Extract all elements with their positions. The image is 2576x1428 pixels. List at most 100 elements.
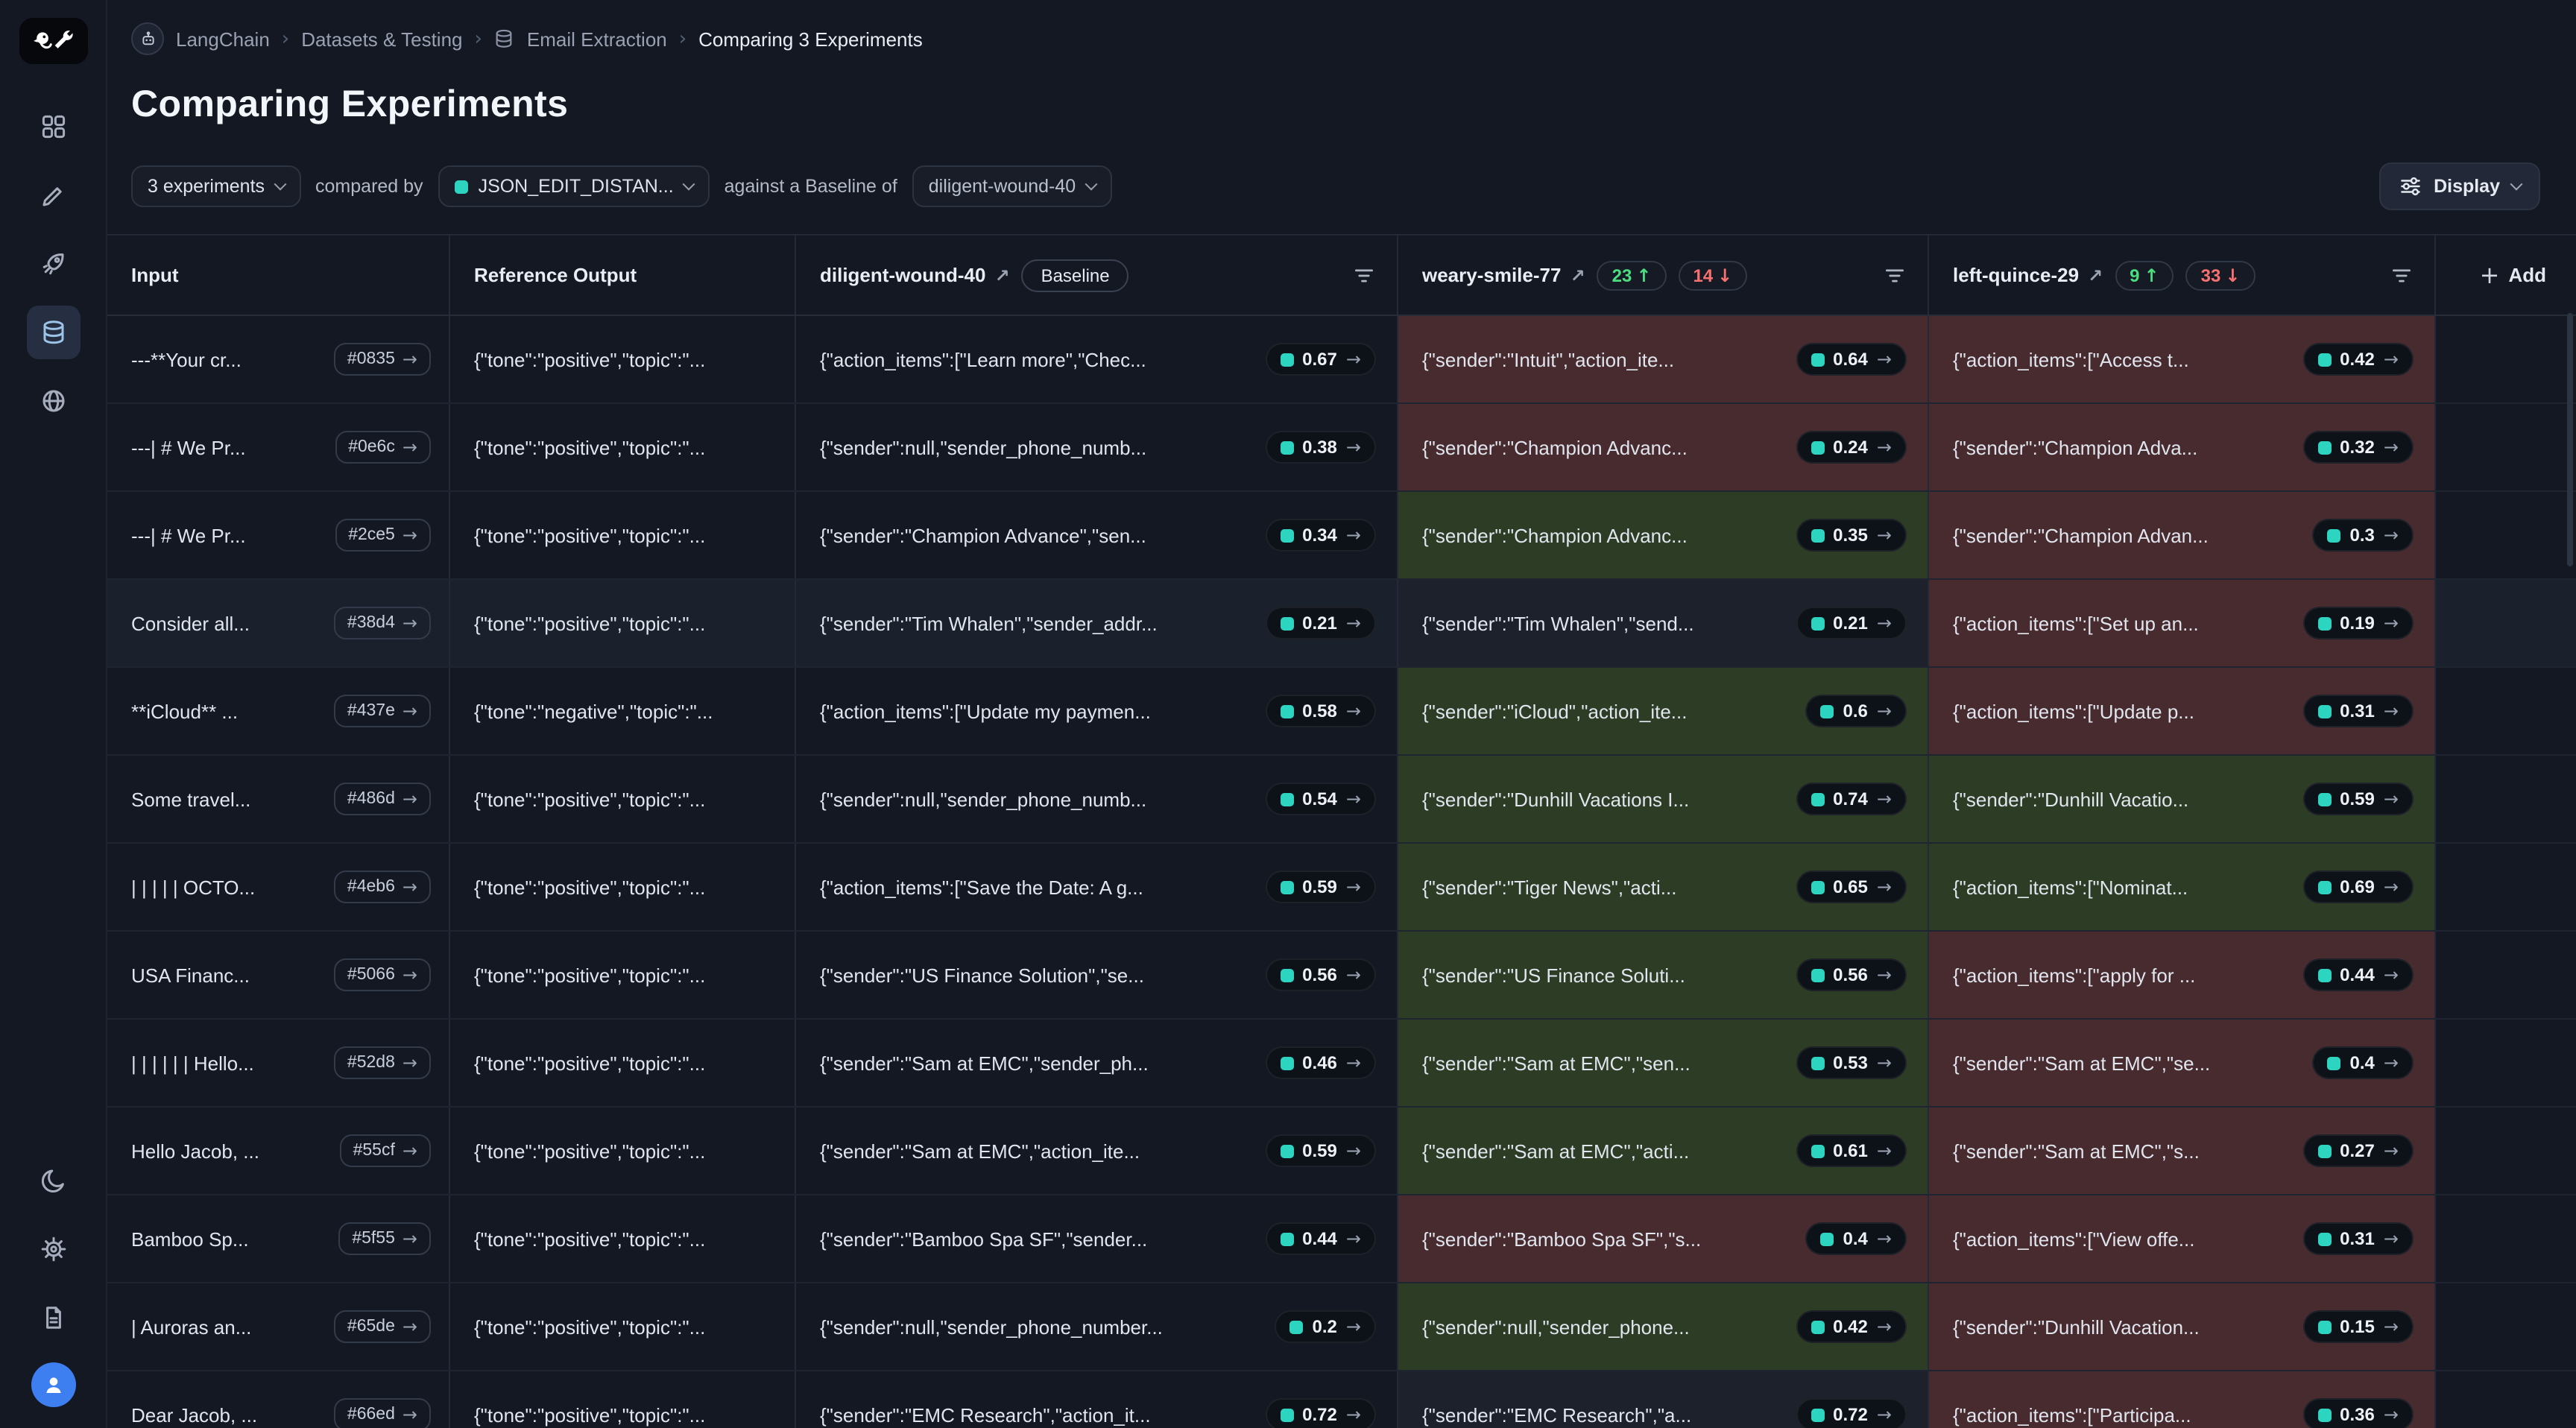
example-id-pill[interactable]: #0835 → — [334, 343, 431, 376]
experiment-output-cell[interactable]: {"sender":"Champion Advanc... 0.35 → — [1398, 492, 1929, 578]
external-link-icon[interactable]: ↗ — [1570, 265, 1585, 285]
regressed-count-badge[interactable]: 33↓ — [2186, 260, 2255, 290]
reference-output-cell[interactable]: {"tone":"positive","topic":"... — [450, 1195, 796, 1282]
score-pill[interactable]: 0.31 → — [2302, 695, 2414, 727]
score-pill[interactable]: 0.44 → — [1265, 1222, 1376, 1255]
baseline-output-cell[interactable]: {"sender":"Sam at EMC","sender_ph... 0.4… — [796, 1020, 1398, 1106]
example-id-pill[interactable]: #5f55 → — [338, 1222, 431, 1255]
experiment-output-cell[interactable]: {"sender":"Dunhill Vacatio... 0.59 → — [1929, 756, 2436, 842]
score-pill[interactable]: 0.4 → — [1806, 1222, 1907, 1255]
reference-output-cell[interactable]: {"tone":"negative","topic":"... — [450, 668, 796, 754]
score-pill[interactable]: 0.56 → — [1265, 958, 1376, 991]
example-id-pill[interactable]: #4eb6 → — [334, 871, 431, 903]
score-pill[interactable]: 0.59 → — [2302, 783, 2414, 815]
score-pill[interactable]: 0.53 → — [1796, 1046, 1907, 1079]
score-pill[interactable]: 0.61 → — [1796, 1134, 1907, 1167]
user-avatar[interactable] — [31, 1362, 75, 1407]
experiment-output-cell[interactable]: {"sender":"Dunhill Vacations I... 0.74 → — [1398, 756, 1929, 842]
example-id-pill[interactable]: #0e6c → — [335, 431, 431, 464]
experiment-output-cell[interactable]: {"sender":null,"sender_phone... 0.42 → — [1398, 1283, 1929, 1370]
score-pill[interactable]: 0.72 → — [1796, 1398, 1907, 1428]
experiment-output-cell[interactable]: {"sender":"Sam at EMC","s... 0.27 → — [1929, 1108, 2436, 1194]
vertical-scrollbar[interactable] — [2567, 313, 2573, 566]
score-pill[interactable]: 0.72 → — [1265, 1398, 1376, 1428]
experiment-output-cell[interactable]: {"sender":"Tim Whalen","send... 0.21 → — [1398, 580, 1929, 666]
reference-output-cell[interactable]: {"tone":"positive","topic":"... — [450, 316, 796, 402]
experiment-output-cell[interactable]: {"action_items":["Access t... 0.42 → — [1929, 316, 2436, 402]
reference-output-cell[interactable]: {"tone":"positive","topic":"... — [450, 1283, 796, 1370]
score-pill[interactable]: 0.36 → — [2302, 1398, 2414, 1428]
score-pill[interactable]: 0.42 → — [2302, 343, 2414, 376]
experiment-output-cell[interactable]: {"sender":"Champion Advan... 0.3 → — [1929, 492, 2436, 578]
score-pill[interactable]: 0.21 → — [1796, 607, 1907, 639]
score-pill[interactable]: 0.15 → — [2302, 1310, 2414, 1343]
experiment-output-cell[interactable]: {"action_items":["View offe... 0.31 → — [1929, 1195, 2436, 1282]
theme-toggle[interactable] — [26, 1154, 80, 1207]
experiment-output-cell[interactable]: {"action_items":["Nominat... 0.69 → — [1929, 844, 2436, 930]
baseline-output-cell[interactable]: {"action_items":["Save the Date: A g... … — [796, 844, 1398, 930]
score-pill[interactable]: 0.38 → — [1265, 431, 1376, 464]
input-cell[interactable]: Hello Jacob, ... #55cf → — [107, 1108, 450, 1194]
sidebar-item-datasets[interactable] — [26, 306, 80, 359]
score-pill[interactable]: 0.42 → — [1796, 1310, 1907, 1343]
filter-icon[interactable] — [2390, 263, 2414, 287]
score-pill[interactable]: 0.6 → — [1806, 695, 1907, 727]
score-pill[interactable]: 0.54 → — [1265, 783, 1376, 815]
score-pill[interactable]: 0.19 → — [2302, 607, 2414, 639]
reference-output-cell[interactable]: {"tone":"positive","topic":"... — [450, 756, 796, 842]
score-pill[interactable]: 0.32 → — [2302, 431, 2414, 464]
sidebar-item-deployments[interactable] — [26, 237, 80, 291]
score-pill[interactable]: 0.2 → — [1275, 1310, 1377, 1343]
input-cell[interactable]: | | | | | | Hello... #52d8 → — [107, 1020, 450, 1106]
breadcrumb-datasets[interactable]: Datasets & Testing — [301, 28, 462, 50]
metric-selector[interactable]: JSON_EDIT_DISTAN... — [438, 165, 710, 207]
filter-icon[interactable] — [1883, 263, 1907, 287]
sidebar-item-home-grid[interactable] — [26, 100, 80, 154]
experiments-selector[interactable]: 3 experiments — [131, 165, 300, 207]
example-id-pill[interactable]: #38d4 → — [334, 607, 431, 639]
experiment-output-cell[interactable]: {"sender":"Tiger News","acti... 0.65 → — [1398, 844, 1929, 930]
score-pill[interactable]: 0.3 → — [2313, 519, 2414, 552]
display-button[interactable]: Display — [2378, 162, 2540, 210]
baseline-output-cell[interactable]: {"action_items":["Update my paymen... 0.… — [796, 668, 1398, 754]
input-cell[interactable]: ---| # We Pr... #0e6c → — [107, 404, 450, 490]
external-link-icon[interactable]: ↗ — [994, 265, 1009, 285]
example-id-pill[interactable]: #2ce5 → — [335, 519, 431, 552]
score-pill[interactable]: 0.56 → — [1796, 958, 1907, 991]
regressed-count-badge[interactable]: 14↓ — [1678, 260, 1747, 290]
improved-count-badge[interactable]: 23↑ — [1597, 260, 1667, 290]
baseline-output-cell[interactable]: {"sender":"Champion Advance","sen... 0.3… — [796, 492, 1398, 578]
improved-count-badge[interactable]: 9↑ — [2115, 260, 2174, 290]
score-pill[interactable]: 0.58 → — [1265, 695, 1376, 727]
filter-icon[interactable] — [1352, 263, 1376, 287]
external-link-icon[interactable]: ↗ — [2088, 265, 2103, 285]
example-id-pill[interactable]: #437e → — [334, 695, 431, 727]
score-pill[interactable]: 0.35 → — [1796, 519, 1907, 552]
score-pill[interactable]: 0.4 → — [2313, 1046, 2414, 1079]
experiment-output-cell[interactable]: {"sender":"iCloud","action_ite... 0.6 → — [1398, 668, 1929, 754]
example-id-pill[interactable]: #5066 → — [334, 958, 431, 991]
reference-output-cell[interactable]: {"tone":"positive","topic":"... — [450, 844, 796, 930]
score-pill[interactable]: 0.34 → — [1265, 519, 1376, 552]
score-pill[interactable]: 0.59 → — [1265, 871, 1376, 903]
experiment-output-cell[interactable]: {"sender":"Bamboo Spa SF","s... 0.4 → — [1398, 1195, 1929, 1282]
settings-button[interactable] — [26, 1222, 80, 1276]
experiment-name[interactable]: left-quince-29 — [1953, 264, 2079, 286]
experiment-output-cell[interactable]: {"action_items":["Update p... 0.31 → — [1929, 668, 2436, 754]
score-pill[interactable]: 0.65 → — [1796, 871, 1907, 903]
reference-output-cell[interactable]: {"tone":"positive","topic":"... — [450, 1108, 796, 1194]
breadcrumb-org[interactable]: LangChain — [176, 28, 270, 50]
experiment-output-cell[interactable]: {"sender":"Dunhill Vacation... 0.15 → — [1929, 1283, 2436, 1370]
experiment-output-cell[interactable]: {"sender":"Sam at EMC","acti... 0.61 → — [1398, 1108, 1929, 1194]
score-pill[interactable]: 0.46 → — [1265, 1046, 1376, 1079]
experiment-name[interactable]: weary-smile-77 — [1422, 264, 1561, 286]
score-pill[interactable]: 0.31 → — [2302, 1222, 2414, 1255]
reference-output-cell[interactable]: {"tone":"positive","topic":"... — [450, 492, 796, 578]
experiment-output-cell[interactable]: {"sender":"Sam at EMC","se... 0.4 → — [1929, 1020, 2436, 1106]
baseline-output-cell[interactable]: {"sender":"Sam at EMC","action_ite... 0.… — [796, 1108, 1398, 1194]
input-cell[interactable]: | Auroras an... #65de → — [107, 1283, 450, 1370]
score-pill[interactable]: 0.59 → — [1265, 1134, 1376, 1167]
baseline-output-cell[interactable]: {"sender":null,"sender_phone_numb... 0.5… — [796, 756, 1398, 842]
experiment-output-cell[interactable]: {"sender":"US Finance Soluti... 0.56 → — [1398, 932, 1929, 1018]
score-pill[interactable]: 0.44 → — [2302, 958, 2414, 991]
